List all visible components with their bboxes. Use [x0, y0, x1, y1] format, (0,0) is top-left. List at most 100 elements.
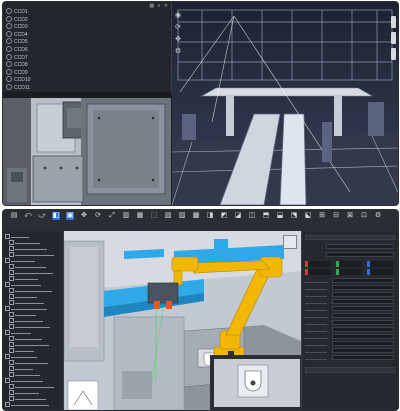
- tree-item[interactable]: [5, 402, 49, 408]
- toolbar-button[interactable]: ⤢: [105, 211, 119, 230]
- property-value[interactable]: [332, 278, 394, 283]
- toolbar-button[interactable]: ▩: [189, 211, 203, 230]
- property-value[interactable]: [332, 341, 394, 346]
- toolbar-button[interactable]: ⬚: [147, 211, 161, 230]
- visibility-checkbox[interactable]: [9, 384, 14, 389]
- eye-icon[interactable]: ◉: [174, 12, 182, 20]
- grid-icon[interactable]: ▦: [149, 3, 155, 9]
- toolbar-button[interactable]: ⤺: [21, 211, 35, 230]
- side-tab-1[interactable]: [391, 16, 396, 28]
- visibility-checkbox[interactable]: [9, 312, 14, 317]
- visibility-checkbox[interactable]: [5, 402, 10, 407]
- visibility-checkbox[interactable]: [9, 294, 14, 299]
- visibility-checkbox[interactable]: [9, 336, 14, 341]
- visibility-checkbox[interactable]: [9, 246, 14, 251]
- toolbar-icon: ✥: [81, 212, 87, 219]
- visibility-checkbox[interactable]: [9, 390, 14, 395]
- property-value[interactable]: [332, 299, 394, 304]
- toolbar-button[interactable]: ▥: [119, 211, 133, 230]
- property-value[interactable]: [332, 355, 394, 360]
- visibility-checkbox[interactable]: [9, 342, 14, 347]
- visibility-checkbox[interactable]: [9, 324, 14, 329]
- toolbar-button[interactable]: ⬕: [301, 211, 315, 230]
- camera-view-right[interactable]: ◉ ⟳ ✥ ⚙: [172, 2, 398, 205]
- toolbar-button[interactable]: ▣: [63, 211, 77, 230]
- visibility-checkbox[interactable]: [9, 372, 14, 377]
- visibility-checkbox[interactable]: [9, 396, 14, 401]
- property-value[interactable]: [332, 313, 394, 318]
- toolbar-button[interactable]: ✥: [77, 211, 91, 230]
- ccd-list-item[interactable]: CCD11: [6, 84, 30, 92]
- visibility-checkbox[interactable]: [9, 360, 14, 365]
- visibility-checkbox[interactable]: [9, 270, 14, 275]
- toolbar-button[interactable]: ▧: [161, 211, 175, 230]
- toolbar-button[interactable]: ▨: [175, 211, 189, 230]
- visibility-checkbox[interactable]: [5, 258, 10, 263]
- settings-icon[interactable]: ⚙: [174, 48, 182, 56]
- toolbar-icon: ▤: [10, 212, 18, 219]
- coordinate-input[interactable]: [336, 261, 362, 267]
- toolbar-button[interactable]: ⚙: [371, 211, 385, 230]
- type-field[interactable]: [326, 252, 394, 257]
- name-field[interactable]: [326, 244, 394, 249]
- toolbar-button[interactable]: ◪: [231, 211, 245, 230]
- camera-view-left[interactable]: [3, 98, 171, 205]
- visibility-checkbox[interactable]: [9, 264, 14, 269]
- rotate-icon[interactable]: ⟳: [174, 24, 182, 32]
- property-value[interactable]: [332, 292, 394, 297]
- toolbar-button[interactable]: ⤻: [35, 211, 49, 230]
- side-tab-2[interactable]: [391, 32, 396, 44]
- toolbar-button[interactable]: ◩: [217, 211, 231, 230]
- rotation-input[interactable]: [336, 269, 362, 275]
- toolbar-button[interactable]: ⬓: [273, 211, 287, 230]
- visibility-checkbox[interactable]: [9, 366, 14, 371]
- toolbar-button[interactable]: ⊠: [343, 211, 357, 230]
- property-label: [305, 314, 327, 318]
- property-value[interactable]: [332, 306, 394, 311]
- toolbar-button[interactable]: ⊞: [315, 211, 329, 230]
- rotation-input[interactable]: [305, 269, 331, 275]
- panel-header: [305, 235, 395, 240]
- visibility-checkbox[interactable]: [9, 276, 14, 281]
- visibility-checkbox[interactable]: [5, 330, 10, 335]
- visibility-checkbox[interactable]: [9, 288, 14, 293]
- visibility-checkbox[interactable]: [9, 240, 14, 245]
- move-icon[interactable]: ✥: [174, 36, 182, 44]
- visibility-checkbox[interactable]: [9, 348, 14, 353]
- toolbar-button[interactable]: ◫: [245, 211, 259, 230]
- toolbar-button[interactable]: ◧: [49, 211, 63, 230]
- visibility-checkbox[interactable]: [9, 300, 14, 305]
- robot-scene-viewport[interactable]: [64, 231, 301, 410]
- toolbar-button[interactable]: ⊟: [329, 211, 343, 230]
- toolbar-button[interactable]: ⊡: [357, 211, 371, 230]
- camera-icon: [6, 23, 12, 30]
- visibility-checkbox[interactable]: [9, 318, 14, 323]
- coordinate-input[interactable]: [305, 261, 331, 267]
- property-value[interactable]: [332, 348, 394, 353]
- property-value[interactable]: [332, 320, 394, 325]
- visibility-checkbox[interactable]: [5, 354, 10, 359]
- toolbar-button[interactable]: ⬔: [287, 211, 301, 230]
- visibility-checkbox[interactable]: [5, 282, 10, 287]
- close-icon[interactable]: ✕: [164, 3, 169, 9]
- rotation-input[interactable]: [367, 269, 393, 275]
- toolbar-button[interactable]: ⟳: [91, 211, 105, 230]
- toolbar-button[interactable]: ◨: [203, 211, 217, 230]
- toolbar-button[interactable]: ▦: [133, 211, 147, 230]
- side-tab-3[interactable]: [391, 48, 396, 60]
- toolbar-button[interactable]: ⬒: [259, 211, 273, 230]
- toolbar-icon: ⚙: [374, 212, 382, 219]
- visibility-checkbox[interactable]: [5, 306, 10, 311]
- tree-item-label: [15, 296, 37, 299]
- property-value[interactable]: [332, 327, 394, 332]
- coordinate-input[interactable]: [367, 261, 393, 267]
- property-value[interactable]: [332, 285, 394, 290]
- property-label: [305, 328, 327, 332]
- visibility-checkbox[interactable]: [5, 234, 10, 239]
- visibility-checkbox[interactable]: [5, 378, 10, 383]
- toolbar-button[interactable]: ▤: [7, 211, 21, 230]
- property-value[interactable]: [332, 334, 394, 339]
- viewcube-widget[interactable]: [283, 235, 297, 249]
- list-icon[interactable]: ≡: [157, 3, 161, 9]
- visibility-checkbox[interactable]: [9, 252, 14, 257]
